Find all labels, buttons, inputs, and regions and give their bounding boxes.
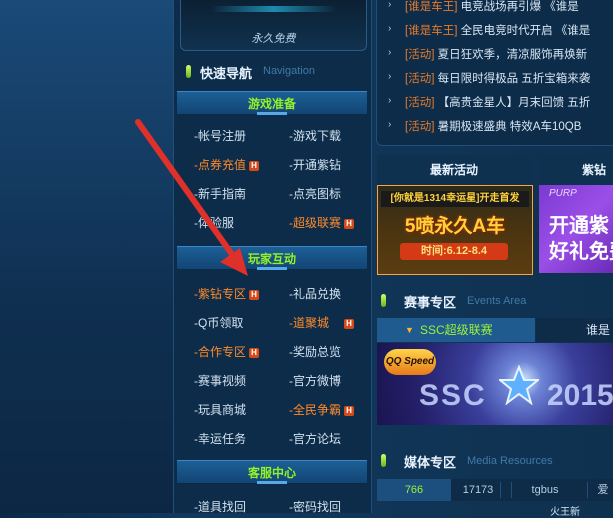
purple-diamond-title: 紫钻 [581,163,606,177]
chevron-right-icon: › [388,0,392,10]
link-national-contest[interactable]: -全民争霸 [289,403,341,417]
link-official-weibo[interactable]: -官方微博 [289,374,341,388]
link-beginner-guide[interactable]: -新手指南 [194,187,246,201]
qq-speed-logo: QQ Speed [384,349,436,375]
link-test-server[interactable]: -体验服 [194,216,234,230]
free-download-box[interactable]: 永久免费 [180,0,367,51]
link-super-league[interactable]: -超级联赛 [289,216,341,230]
hot-icon: H [344,319,354,329]
media-header: 媒体专区 Media Resources [377,450,613,474]
tab-ssc-league[interactable]: ▼ SSC超级联赛 [377,318,535,342]
purple-diamond-banner[interactable]: PURP 开通紫 好礼免费 [539,185,613,273]
tab-766[interactable]: 766 [377,479,451,501]
link-partner-zone[interactable]: -合作专区 [194,345,246,359]
latest-activity-title: 最新活动 [429,163,478,177]
tab-who-is-king[interactable]: 谁是 [536,318,613,342]
chevron-right-icon: › [388,71,392,82]
hot-icon: H [249,348,259,358]
caret-down-icon: ▼ [405,325,414,335]
link-qb-claim[interactable]: -Q币领取 [194,316,243,330]
news-item[interactable]: › [活动] 【高贵金星人】月末回馈 五折 [388,94,590,110]
chevron-right-icon: › [388,47,392,58]
bullet-icon [186,65,191,78]
events-header: 赛事专区 Events Area [377,290,613,314]
link-official-forum[interactable]: -官方论坛 [289,432,341,446]
link-light-icon[interactable]: -点亮图标 [289,187,341,201]
link-account-register[interactable]: -帐号注册 [194,129,246,143]
media-bottom-text: 火王新 [550,507,580,518]
chevron-right-icon: › [388,95,392,106]
link-match-video[interactable]: -赛事视频 [194,374,246,388]
chevron-right-icon: › [388,119,392,130]
link-open-purple-diamond[interactable]: -开通紫钻 [289,158,341,172]
section-header-game-prep: 游戏准备 [177,91,367,115]
media-title: 媒体专区 [404,455,457,470]
hot-icon: H [249,161,259,171]
news-item[interactable]: › [活动] 暑期极速盛典 特效A车10QB [388,118,581,134]
events-title: 赛事专区 [404,295,457,310]
hot-icon: H [249,290,259,300]
news-item[interactable]: › [谁是车王] 电竞战场再引爆 《谁是 [388,0,579,14]
section-header-player-interaction: 玩家互动 [177,246,367,270]
quick-nav-subtitle: Navigation [263,65,315,77]
page-background [0,0,175,513]
free-label: 永久免费 [251,33,296,45]
link-rewards-overview[interactable]: -奖励总览 [289,345,341,359]
quick-nav-header: 快速导航 Navigation [182,60,367,84]
link-daojucheng[interactable]: -道聚城 [289,316,329,330]
link-lucky-task[interactable]: -幸运任务 [194,432,246,446]
news-list: › [谁是车王] 电竞战场再引爆 《谁是 › [谁是车王] 全民电竞时代开启 《谁是… [376,0,613,146]
ssc-banner[interactable]: QQ Speed SSC 2015 [377,343,613,425]
media-subtitle: Media Resources [467,455,553,467]
link-purple-diamond-zone[interactable]: -紫钻专区 [194,287,246,301]
events-subtitle: Events Area [467,295,527,307]
glow-decoration [211,6,336,12]
hot-icon: H [344,219,354,229]
quick-nav-title: 快速导航 [200,66,253,81]
tab-17173[interactable]: 17173 [453,479,503,501]
tab-tgbus[interactable]: tgbus [515,479,575,501]
bullet-icon [381,454,386,467]
media-tabs: 766 17173 tgbus 爱 [377,479,613,501]
link-game-download[interactable]: -游戏下载 [289,129,341,143]
hot-icon: H [344,406,354,416]
lucky-star-banner[interactable]: [你就是1314幸运星]开走首发 5喷永久A车 时间:6.12-8.4 [377,185,533,275]
news-item[interactable]: › [活动] 夏日狂欢季，清凉服饰再焕新 [388,46,587,62]
link-toy-store[interactable]: -玩具商城 [194,403,246,417]
bullet-icon [381,294,386,307]
section-header-customer-service: 客服中心 [177,460,367,484]
news-item[interactable]: › [活动] 每日限时得极品 五折宝箱来袭 [388,70,590,86]
link-item-recovery[interactable]: -道具找回 [194,500,246,514]
link-recharge[interactable]: -点券充值 [194,158,246,172]
star-icon [499,365,539,405]
chevron-right-icon: › [388,23,392,34]
tab-ai[interactable]: 爱 [593,479,613,501]
link-password-recovery[interactable]: -密码找回 [289,500,341,514]
link-gift-exchange[interactable]: -礼品兑换 [289,287,341,301]
news-item[interactable]: › [谁是车王] 全民电竞时代开启 《谁是 [388,22,590,38]
left-sidebar: 永久免费 快速导航 Navigation 游戏准备 -帐号注册 -游戏下载 -点… [173,0,372,514]
